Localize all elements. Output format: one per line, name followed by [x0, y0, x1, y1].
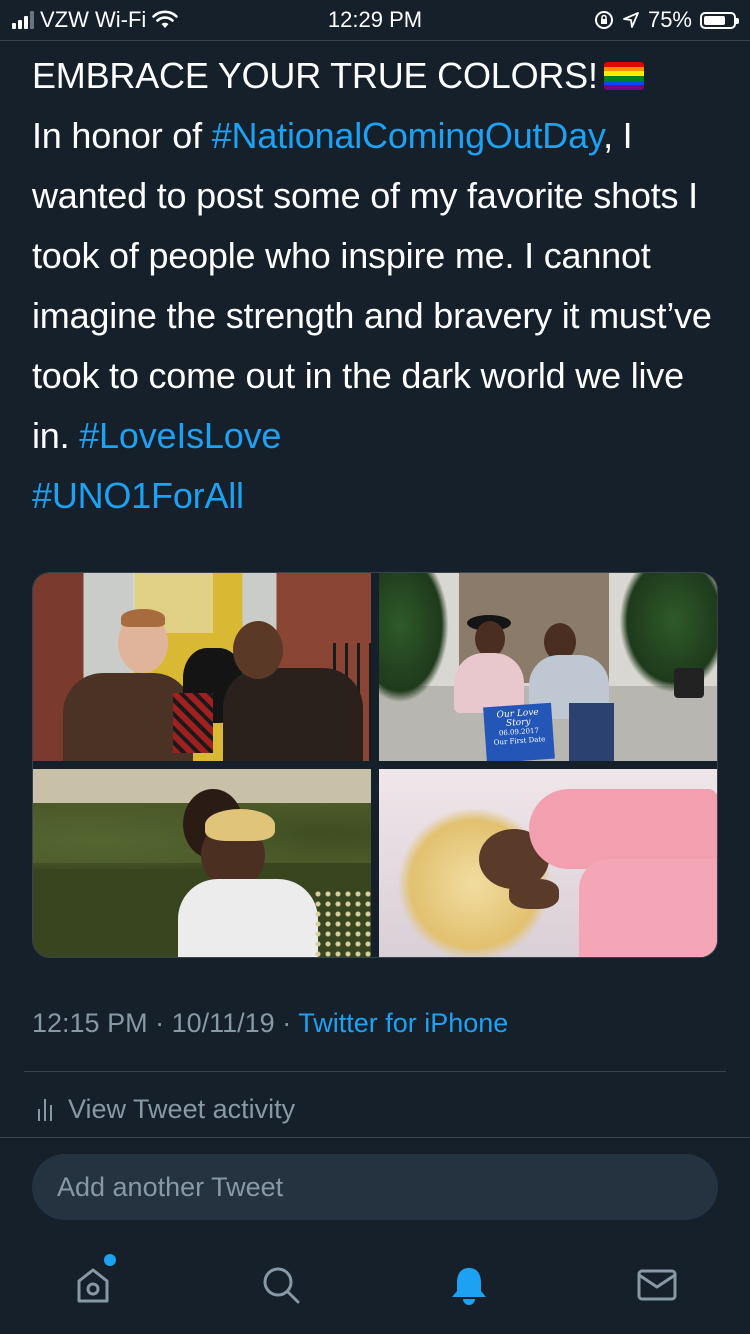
pink-sleeve [529, 789, 717, 869]
bell-icon [452, 1268, 486, 1305]
status-divider [0, 40, 750, 41]
hashtag-link[interactable]: #LoveIsLove [79, 415, 281, 456]
pink-jacket [454, 653, 524, 713]
hair-left [121, 609, 165, 627]
love-story-sign: Our Love Story 06.09.2017 Our First Date [483, 702, 555, 761]
tab-notifications[interactable] [444, 1260, 494, 1310]
meta-separator: · [147, 1008, 172, 1038]
tab-home[interactable] [68, 1260, 118, 1310]
activity-chart-icon [38, 1098, 52, 1121]
battery-percent: 75% [647, 7, 692, 32]
status-bar: VZW Wi-Fi 12:29 PM 75% [0, 0, 750, 40]
rainbow-flag-icon [603, 62, 644, 90]
search-icon [263, 1267, 300, 1304]
photo-pink-jacket-portrait[interactable] [379, 769, 717, 957]
tweet-headline: EMBRACE YOUR TRUE COLORS! [32, 55, 598, 96]
battery-icon [700, 11, 739, 29]
pink-jacket [579, 859, 717, 957]
add-another-tweet-input[interactable]: Add another Tweet [32, 1154, 718, 1220]
tab-bar [0, 1240, 750, 1334]
blonde-hair [205, 809, 275, 841]
orientation-lock-icon [594, 11, 613, 29]
tweet-time: 12:15 PM [32, 1008, 148, 1038]
media-grid: Our Love Story 06.09.2017 Our First Date [32, 572, 718, 958]
tweet-text-part: In honor of [32, 115, 212, 156]
plaid-shirt [173, 693, 213, 753]
battery-level [704, 15, 725, 25]
tweet-meta: 12:15 PM · 10/11/19 · Twitter for iPhone [32, 1008, 508, 1039]
face-left [475, 621, 505, 657]
tweet-date: 10/11/19 [171, 1008, 275, 1038]
photo-couple-love-story-sign[interactable]: Our Love Story 06.09.2017 Our First Date [379, 573, 717, 761]
plant-left [379, 573, 449, 703]
home-badge-dot [104, 1254, 116, 1266]
mail-icon [637, 1269, 677, 1301]
hashtag-link[interactable]: #UNO1ForAll [32, 475, 244, 516]
wildflowers [313, 889, 371, 957]
face-right [233, 621, 283, 679]
status-right: 75% [594, 7, 739, 33]
hashtag-link[interactable]: #NationalComingOutDay [212, 115, 604, 156]
photo-piggyback-field[interactable] [33, 769, 371, 957]
location-icon [623, 12, 639, 28]
divider [24, 1071, 726, 1072]
hand [509, 879, 559, 909]
divider [0, 1137, 750, 1138]
tab-messages[interactable] [632, 1260, 682, 1310]
tweet-text: EMBRACE YOUR TRUE COLORS! In honor of #N… [32, 46, 722, 526]
meta-separator: · [274, 1008, 299, 1038]
tab-search[interactable] [256, 1260, 306, 1310]
white-shirt [178, 879, 318, 957]
activity-label: View Tweet activity [68, 1094, 296, 1124]
jeans [569, 703, 614, 761]
plant-pot [674, 668, 704, 698]
view-tweet-activity[interactable]: View Tweet activity [38, 1094, 295, 1125]
tweet-source-link[interactable]: Twitter for iPhone [298, 1008, 508, 1038]
person-right [223, 668, 363, 761]
photo-couple-with-dog[interactable] [33, 573, 371, 761]
tweet-text-part: , I wanted to post some of my favorite s… [32, 115, 712, 456]
home-icon [77, 1268, 109, 1303]
